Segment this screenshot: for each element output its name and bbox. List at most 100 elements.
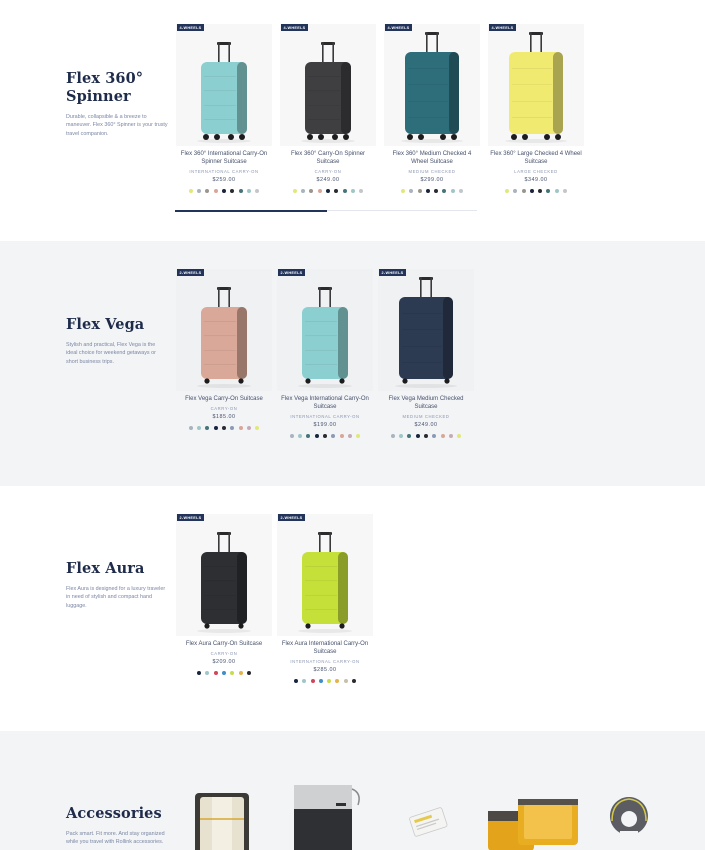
product-image[interactable]: 2-WHEELS: [378, 269, 474, 391]
product-card[interactable]: 2-WHEELS Flex Aura Carry-On Suitcase CARRY…: [174, 514, 274, 675]
product-image[interactable]: 2-WHEELS: [176, 514, 272, 636]
color-swatch[interactable]: [513, 189, 518, 193]
product-image[interactable]: 2-WHEELS: [277, 514, 373, 636]
color-swatch[interactable]: [213, 426, 218, 430]
laundry-bag-accessory-image[interactable]: [288, 779, 368, 850]
color-swatch[interactable]: [432, 434, 437, 438]
color-swatch[interactable]: [425, 189, 430, 193]
color-swatch[interactable]: [415, 434, 420, 438]
color-swatch[interactable]: [521, 189, 526, 193]
color-swatch[interactable]: [197, 189, 202, 193]
color-swatch[interactable]: [339, 434, 344, 438]
color-swatch[interactable]: [417, 189, 422, 193]
product-card[interactable]: 4-WHEELS Flex 360° Large Checked 4 Wheel …: [486, 24, 586, 193]
color-swatch[interactable]: [230, 426, 235, 430]
color-swatch[interactable]: [347, 434, 352, 438]
product-name[interactable]: Flex Vega Carry-On Suitcase: [174, 395, 274, 403]
color-swatch[interactable]: [326, 189, 330, 193]
color-swatch[interactable]: [331, 434, 336, 438]
color-swatch[interactable]: [457, 434, 462, 438]
product-card[interactable]: 2-WHEELS Flex Vega International Carry-On…: [275, 269, 375, 438]
product-card[interactable]: 4-WHEELS Flex 360° International Carry-On…: [174, 24, 274, 193]
color-swatch[interactable]: [238, 671, 243, 675]
color-swatch[interactable]: [448, 434, 453, 438]
color-swatch[interactable]: [504, 189, 509, 193]
color-swatch[interactable]: [197, 671, 202, 675]
color-swatch[interactable]: [289, 434, 294, 438]
color-swatch[interactable]: [188, 426, 193, 430]
luggage-tag-accessory-image[interactable]: [405, 803, 451, 839]
product-name[interactable]: Flex 360° Medium Checked 4 Wheel Suitcas…: [382, 150, 482, 166]
color-swatch[interactable]: [350, 189, 355, 193]
neck-pillow-accessory-image[interactable]: [606, 793, 652, 849]
color-swatch[interactable]: [335, 679, 340, 683]
color-swatch[interactable]: [238, 189, 243, 193]
color-swatch[interactable]: [246, 426, 251, 430]
color-swatch[interactable]: [306, 434, 311, 438]
color-swatch[interactable]: [400, 189, 405, 193]
color-swatch[interactable]: [334, 189, 339, 193]
color-swatch[interactable]: [246, 671, 251, 675]
color-swatch[interactable]: [450, 189, 455, 193]
product-image[interactable]: 4-WHEELS: [280, 24, 376, 146]
color-swatch[interactable]: [359, 189, 364, 193]
color-swatch[interactable]: [314, 434, 319, 438]
product-image[interactable]: 2-WHEELS: [277, 269, 373, 391]
color-swatch[interactable]: [293, 679, 298, 683]
color-swatch[interactable]: [230, 189, 235, 193]
color-swatch[interactable]: [317, 189, 322, 193]
color-swatch[interactable]: [292, 189, 297, 193]
color-swatch[interactable]: [459, 189, 464, 193]
color-swatch[interactable]: [434, 189, 439, 193]
color-swatch[interactable]: [205, 189, 210, 193]
color-swatch[interactable]: [440, 434, 445, 438]
color-swatch[interactable]: [222, 189, 226, 193]
color-swatch[interactable]: [197, 426, 202, 430]
color-swatch[interactable]: [343, 679, 348, 683]
product-card[interactable]: 2-WHEELS Flex Aura International Carry-On…: [275, 514, 375, 683]
color-swatch[interactable]: [238, 426, 243, 430]
color-swatch[interactable]: [302, 679, 307, 683]
color-swatch[interactable]: [390, 434, 395, 438]
color-swatch[interactable]: [529, 189, 534, 193]
color-swatch[interactable]: [246, 189, 251, 193]
product-image[interactable]: 4-WHEELS: [488, 24, 584, 146]
color-swatch[interactable]: [222, 426, 226, 430]
product-card[interactable]: 4-WHEELS Flex 360° Medium Checked 4 Wheel…: [382, 24, 482, 193]
color-swatch[interactable]: [538, 189, 543, 193]
color-swatch[interactable]: [399, 434, 404, 438]
product-name[interactable]: Flex 360° Carry-On Spinner Suitcase: [278, 150, 378, 166]
product-name[interactable]: Flex Vega International Carry-On Suitcas…: [275, 395, 375, 411]
color-swatch[interactable]: [255, 426, 260, 430]
color-swatch[interactable]: [298, 434, 303, 438]
color-swatch[interactable]: [407, 434, 412, 438]
product-card[interactable]: 2-WHEELS Flex Vega Carry-On Suitcase CARRY…: [174, 269, 274, 430]
color-swatch[interactable]: [323, 434, 327, 438]
product-image[interactable]: 2-WHEELS: [176, 269, 272, 391]
color-swatch[interactable]: [318, 679, 323, 683]
color-swatch[interactable]: [213, 189, 218, 193]
color-swatch[interactable]: [255, 189, 260, 193]
carousel-scroll-thumb[interactable]: [175, 209, 327, 212]
product-image[interactable]: 4-WHEELS: [176, 24, 272, 146]
color-swatch[interactable]: [554, 189, 559, 193]
product-name[interactable]: Flex Aura Carry-On Suitcase: [174, 640, 274, 648]
product-name[interactable]: Flex 360° Large Checked 4 Wheel Suitcase: [486, 150, 586, 166]
color-swatch[interactable]: [205, 671, 210, 675]
color-swatch[interactable]: [356, 434, 361, 438]
color-swatch[interactable]: [310, 679, 315, 683]
color-swatch[interactable]: [301, 189, 306, 193]
product-image[interactable]: 4-WHEELS: [384, 24, 480, 146]
color-swatch[interactable]: [424, 434, 428, 438]
packing-cubes-accessory-image[interactable]: [486, 793, 582, 850]
color-swatch[interactable]: [309, 189, 314, 193]
packing-bag-accessory-image[interactable]: [190, 789, 254, 850]
color-swatch[interactable]: [409, 189, 414, 193]
product-card[interactable]: 4-WHEELS Flex 360° Carry-On Spinner Suitc…: [278, 24, 378, 193]
color-swatch[interactable]: [213, 671, 218, 675]
color-swatch[interactable]: [342, 189, 347, 193]
color-swatch[interactable]: [352, 679, 357, 683]
product-card[interactable]: 2-WHEELS Flex Vega Medium Checked Suitcas…: [376, 269, 476, 438]
product-name[interactable]: Flex Vega Medium Checked Suitcase: [376, 395, 476, 411]
carousel-scrollbar[interactable]: [175, 209, 477, 212]
